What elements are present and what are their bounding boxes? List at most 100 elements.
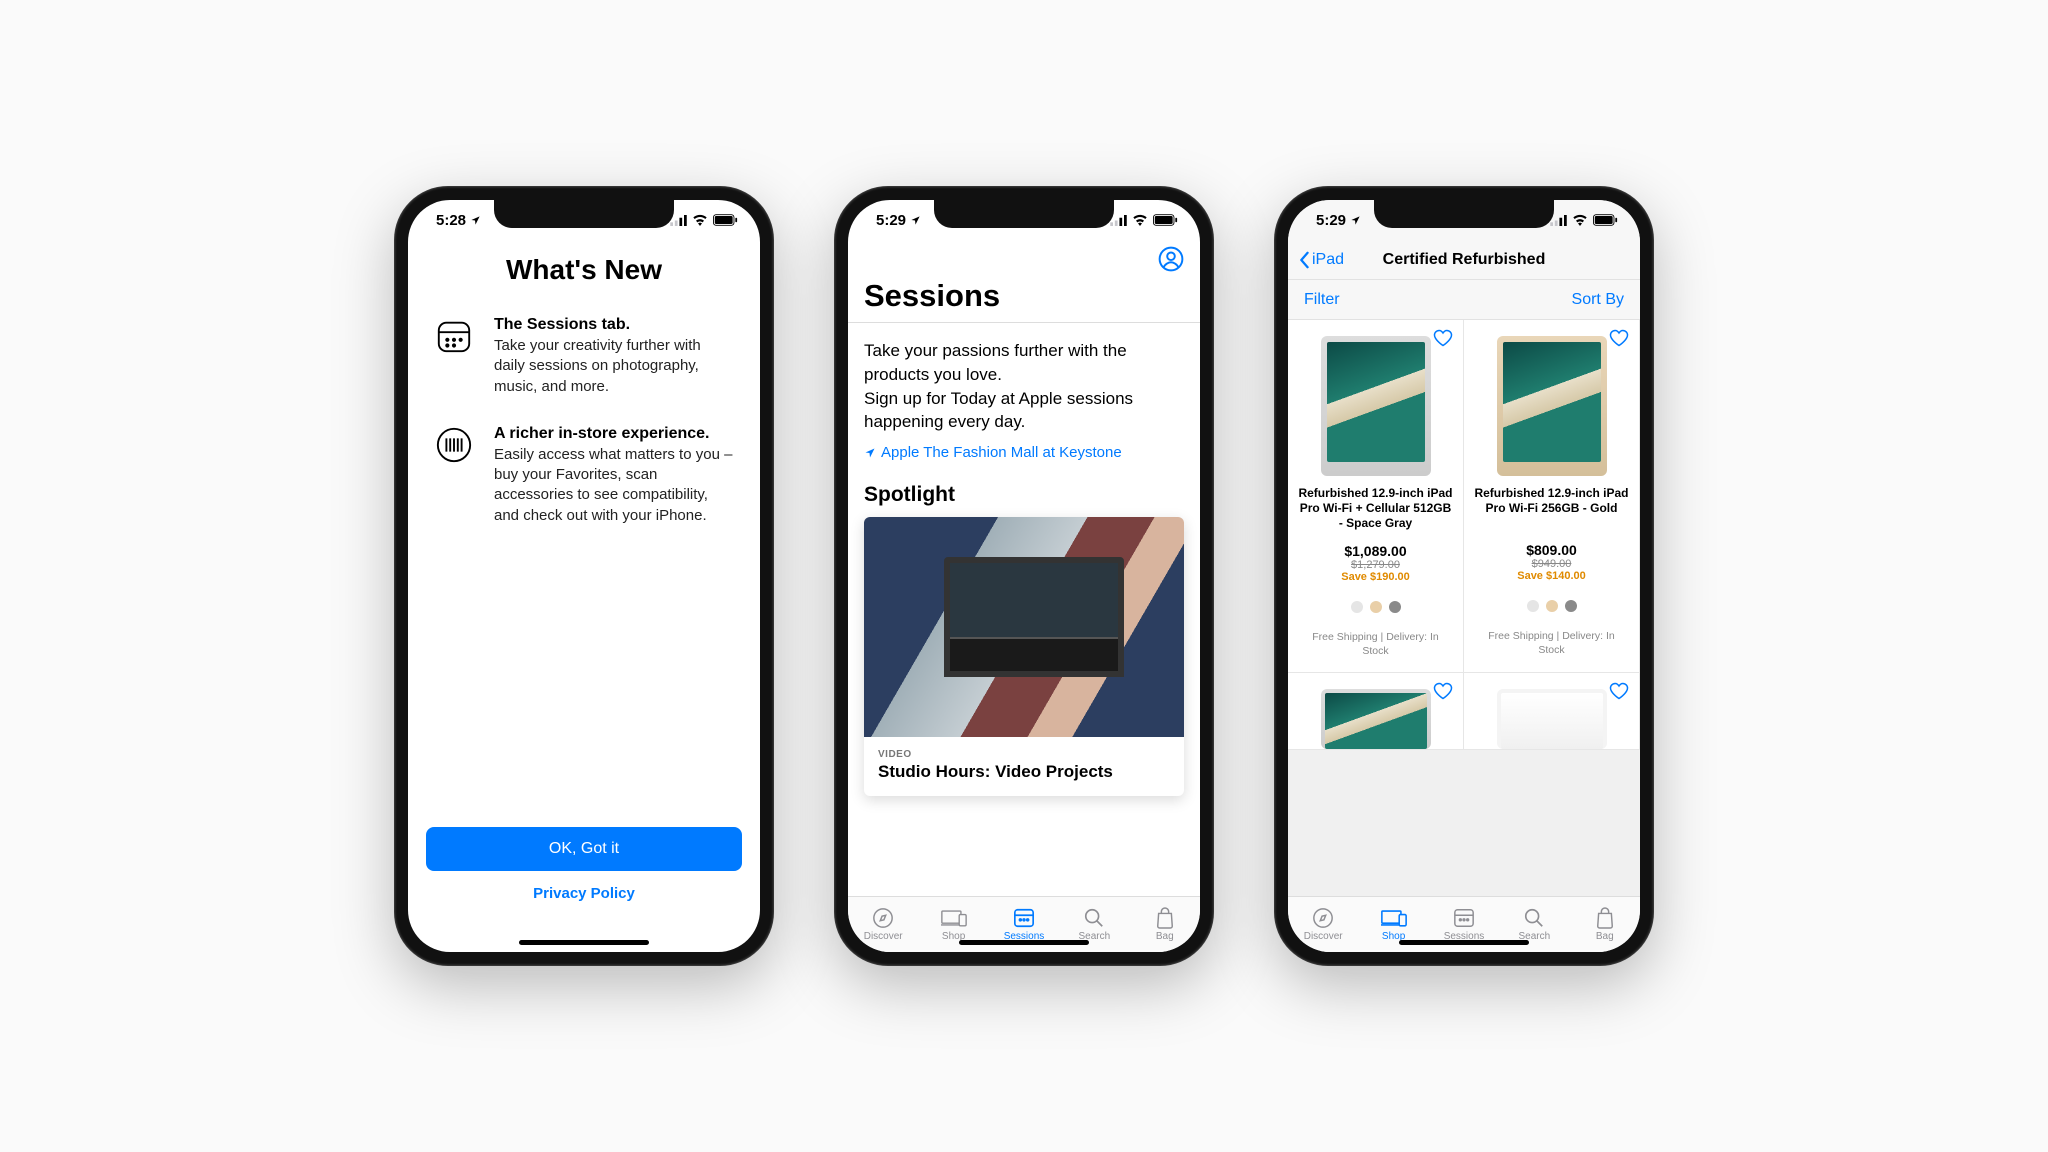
feature-description: Take your creativity further with daily … (494, 336, 734, 397)
phone-sessions: 5:29 Sessions Take your passions further… (834, 186, 1214, 966)
product-price: $1,089.00 (1298, 543, 1453, 559)
color-swatches (1298, 601, 1453, 613)
section-title: Spotlight (848, 477, 1200, 517)
feature-instore: A richer in-store experience. Easily acc… (408, 425, 760, 526)
tab-label: Bag (1156, 931, 1174, 942)
swatch-gold[interactable] (1546, 600, 1558, 612)
status-time: 5:29 (1316, 212, 1346, 229)
session-title: Studio Hours: Video Projects (878, 762, 1170, 782)
nav-bar: iPad Certified Refurbished (1288, 240, 1640, 280)
calendar-icon (1011, 907, 1037, 929)
swatch-gray[interactable] (1389, 601, 1401, 613)
session-thumbnail (864, 517, 1184, 737)
shipping-info: Free Shipping | Delivery: In Stock (1298, 631, 1453, 658)
favorite-icon[interactable] (1609, 681, 1629, 701)
product-name: Refurbished 12.9-inch iPad Pro Wi-Fi 256… (1474, 486, 1629, 530)
chevron-left-icon (1298, 251, 1310, 269)
phone-refurbished: 5:29 iPad Certified Refurbished Filter S… (1274, 186, 1654, 966)
calendar-icon (1451, 907, 1477, 929)
home-indicator[interactable] (519, 940, 649, 945)
search-icon (1081, 907, 1107, 929)
swatch-silver[interactable] (1527, 600, 1539, 612)
compass-icon (1310, 907, 1336, 929)
shipping-info: Free Shipping | Delivery: In Stock (1474, 630, 1629, 657)
session-category: VIDEO (878, 749, 1170, 760)
tab-label: Discover (1304, 931, 1343, 942)
devices-icon (941, 907, 967, 929)
intro-text: Sign up for Today at Apple sessions happ… (864, 387, 1184, 435)
home-indicator[interactable] (1399, 940, 1529, 945)
location-icon (910, 215, 921, 226)
tab-shop[interactable]: Shop (918, 907, 988, 942)
product-card[interactable]: Refurbished 12.9-inch iPad Pro Wi-Fi + C… (1288, 320, 1464, 673)
swatch-silver[interactable] (1351, 601, 1363, 613)
battery-icon (713, 214, 738, 226)
status-time: 5:29 (876, 212, 906, 229)
bag-icon (1592, 907, 1618, 929)
tab-sessions[interactable]: Sessions (1429, 907, 1499, 942)
account-icon[interactable] (1158, 246, 1184, 272)
barcode-icon (434, 425, 474, 465)
privacy-link[interactable]: Privacy Policy (426, 885, 742, 902)
product-image (1497, 689, 1607, 749)
tab-sessions[interactable]: Sessions (989, 907, 1059, 942)
wifi-icon (1132, 214, 1148, 226)
swatch-gold[interactable] (1370, 601, 1382, 613)
feature-title: A richer in-store experience. (494, 425, 734, 443)
product-price: $809.00 (1474, 542, 1629, 558)
phone-whats-new: 5:28 What's New The Sessions tab. Take y… (394, 186, 774, 966)
filter-button[interactable]: Filter (1304, 291, 1340, 309)
page-title: Sessions (848, 276, 1200, 323)
product-original-price: $1,279.00 (1298, 559, 1453, 571)
color-swatches (1474, 600, 1629, 612)
wifi-icon (692, 214, 708, 226)
product-savings: Save $140.00 (1474, 570, 1629, 582)
devices-icon (1381, 907, 1407, 929)
battery-icon (1593, 214, 1618, 226)
back-label: iPad (1312, 251, 1344, 269)
sort-button[interactable]: Sort By (1572, 291, 1624, 309)
product-card[interactable] (1464, 673, 1640, 750)
notch (1374, 200, 1554, 228)
status-time: 5:28 (436, 212, 466, 229)
product-original-price: $949.00 (1474, 558, 1629, 570)
favorite-icon[interactable] (1609, 328, 1629, 348)
tab-label: Discover (864, 931, 903, 942)
spotlight-card[interactable]: VIDEO Studio Hours: Video Projects (864, 517, 1184, 796)
favorite-icon[interactable] (1433, 681, 1453, 701)
intro-text: Take your passions further with the prod… (864, 339, 1184, 387)
tab-bag[interactable]: Bag (1130, 907, 1200, 942)
feature-description: Easily access what matters to you – buy … (494, 445, 734, 526)
store-location-link[interactable]: Apple The Fashion Mall at Keystone (848, 440, 1200, 477)
tab-bag[interactable]: Bag (1570, 907, 1640, 942)
notch (494, 200, 674, 228)
store-name: Apple The Fashion Mall at Keystone (881, 444, 1122, 461)
tab-search[interactable]: Search (1059, 907, 1129, 942)
swatch-gray[interactable] (1565, 600, 1577, 612)
location-arrow-icon (864, 447, 876, 459)
home-indicator[interactable] (959, 940, 1089, 945)
notch (934, 200, 1114, 228)
battery-icon (1153, 214, 1178, 226)
tab-discover[interactable]: Discover (848, 907, 918, 942)
tab-shop[interactable]: Shop (1358, 907, 1428, 942)
compass-icon (870, 907, 896, 929)
tab-label: Bag (1596, 931, 1614, 942)
favorite-icon[interactable] (1433, 328, 1453, 348)
nav-title: Certified Refurbished (1383, 251, 1546, 269)
page-title: What's New (408, 254, 760, 286)
back-button[interactable]: iPad (1298, 251, 1344, 269)
search-icon (1521, 907, 1547, 929)
product-savings: Save $190.00 (1298, 571, 1453, 583)
feature-title: The Sessions tab. (494, 316, 734, 334)
location-icon (1350, 215, 1361, 226)
tab-search[interactable]: Search (1499, 907, 1569, 942)
product-card[interactable] (1288, 673, 1464, 750)
ok-button[interactable]: OK, Got it (426, 827, 742, 871)
location-icon (470, 215, 481, 226)
tab-discover[interactable]: Discover (1288, 907, 1358, 942)
filter-bar: Filter Sort By (1288, 280, 1640, 320)
product-card[interactable]: Refurbished 12.9-inch iPad Pro Wi-Fi 256… (1464, 320, 1640, 673)
feature-sessions: The Sessions tab. Take your creativity f… (408, 316, 760, 397)
product-image (1497, 336, 1607, 476)
